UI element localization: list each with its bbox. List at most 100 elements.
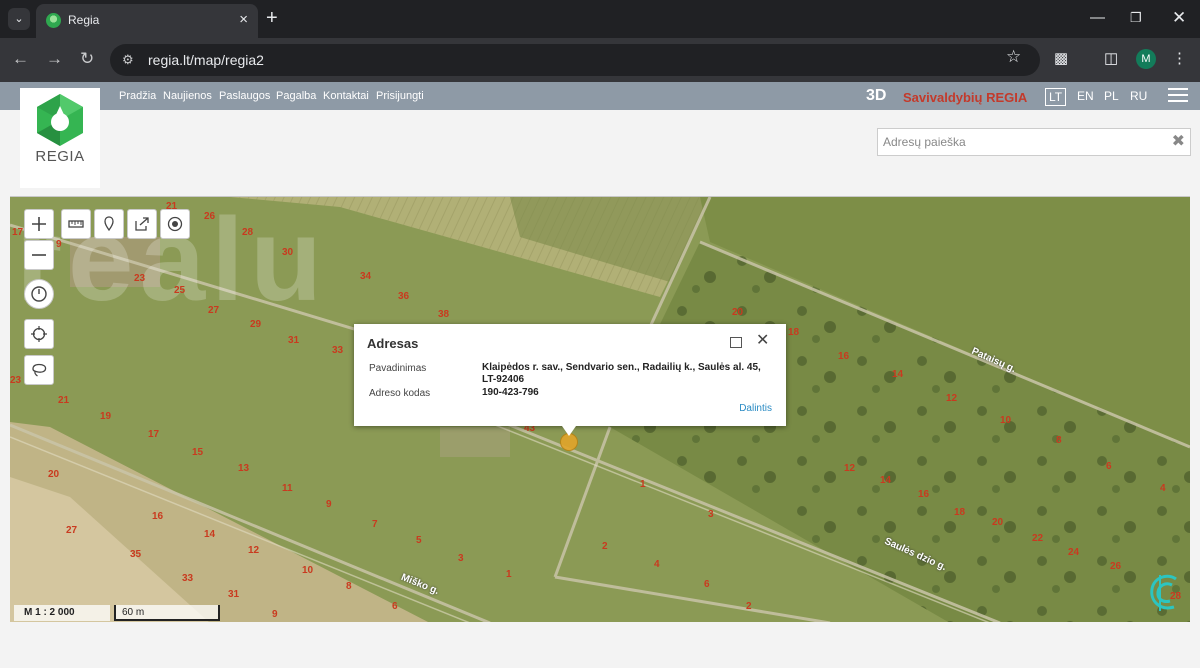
nav-link-contacts[interactable]: Kontaktai (323, 90, 369, 102)
lang-pl[interactable]: PL (1101, 88, 1122, 104)
lot-number: 6 (392, 601, 398, 612)
popup-maximize-icon[interactable] (730, 337, 742, 348)
share-map-button[interactable] (127, 209, 157, 239)
lasso-select-button[interactable] (24, 355, 54, 385)
popup-share-link[interactable]: Dalintis (739, 403, 772, 414)
lot-number: 3 (458, 553, 464, 564)
regia-logo[interactable]: REGIA (20, 88, 100, 188)
lot-number: 28 (242, 227, 254, 238)
site-nav-bar: Pradžia Naujienos Paslaugos Pagalba Kont… (0, 82, 1200, 110)
tab-close-icon[interactable]: × (239, 11, 248, 29)
side-panel-icon[interactable]: ◫ (1104, 49, 1118, 69)
back-icon[interactable]: ← (12, 49, 29, 69)
nav-link-help[interactable]: Pagalba (276, 90, 316, 102)
zoom-out-button[interactable] (24, 240, 54, 270)
address-search-input[interactable] (878, 129, 1168, 155)
popup-title: Adresas (367, 336, 419, 351)
locate-button[interactable] (160, 209, 190, 239)
extensions-icon[interactable]: ▩ (1054, 49, 1068, 69)
lot-number: 27 (66, 525, 78, 536)
lot-number: 16 (838, 351, 850, 362)
brand-name: Savivaldybių REGIA (903, 90, 1028, 105)
lot-number: 12 (946, 393, 958, 404)
popup-name-label: Pavadinimas (369, 363, 427, 374)
share-icon (135, 217, 149, 231)
lot-number: 7 (372, 519, 378, 530)
address-search: ✖ (877, 128, 1191, 156)
clock-icon (31, 286, 47, 302)
crosshair-icon (31, 326, 47, 342)
ruler-icon (68, 220, 84, 228)
brand-3d-link[interactable]: 3D (866, 87, 886, 105)
lot-number: 22 (1032, 533, 1044, 544)
lot-number: 17 (148, 429, 160, 440)
scale-length: 60 m (114, 605, 220, 621)
lot-number: 10 (302, 565, 314, 576)
minimize-icon[interactable]: — (1090, 8, 1105, 28)
minus-icon (32, 254, 46, 256)
browser-toolbar: ← → ↻ ⚙ regia.lt/map/regia2 ☆ ▩ ◫ M ⋮ (0, 38, 1200, 82)
crosshair-button[interactable] (24, 319, 54, 349)
tab-search-chevron-icon[interactable]: ⌄ (8, 8, 30, 30)
map-view[interactable]: realu 17 9 21 26 28 30 23 25 34 36 38 27… (10, 196, 1190, 622)
restore-icon[interactable]: ❐ (1130, 8, 1142, 28)
lot-number: 10 (1000, 415, 1012, 426)
nav-link-services[interactable]: Paslaugos (219, 90, 270, 102)
history-button[interactable] (24, 279, 54, 309)
logo-text: REGIA (35, 148, 85, 165)
hamburger-menu-icon[interactable] (1168, 88, 1188, 104)
lot-number: 23 (134, 273, 146, 284)
nav-link-news[interactable]: Naujienos (163, 90, 212, 102)
bookmark-star-icon[interactable]: ☆ (1006, 47, 1021, 67)
browser-tab[interactable]: Regia × (36, 4, 258, 38)
lang-en[interactable]: EN (1074, 88, 1097, 104)
lot-number: 11 (282, 483, 293, 494)
lot-number: 8 (346, 581, 352, 592)
measure-button[interactable] (61, 209, 91, 239)
lot-number: 38 (438, 309, 450, 320)
lot-number: 6 (704, 579, 710, 590)
lot-number: 21 (58, 395, 70, 406)
nav-link-login[interactable]: Prisijungti (376, 90, 424, 102)
place-marker-button[interactable] (94, 209, 124, 239)
lot-number: 14 (892, 369, 904, 380)
regia-favicon-icon (46, 13, 61, 28)
lot-number: 1 (640, 479, 646, 490)
lot-number: 17 (12, 227, 24, 238)
site-info-icon[interactable]: ⚙ (122, 52, 134, 68)
lot-number: 20 (992, 517, 1004, 528)
regia-logo-icon (37, 94, 83, 146)
address-url[interactable]: regia.lt/map/regia2 (148, 52, 264, 68)
lot-number: 14 (204, 529, 216, 540)
lot-number: 2 (602, 541, 608, 552)
lot-number: 6 (1106, 461, 1112, 472)
window-close-icon[interactable]: ✕ (1172, 8, 1186, 28)
nav-link-home[interactable]: Pradžia (119, 90, 156, 102)
lang-ru[interactable]: RU (1127, 88, 1150, 104)
search-clear-icon[interactable]: ✖ (1172, 133, 1185, 151)
lot-number: 2 (746, 601, 752, 612)
lot-number: 31 (288, 335, 300, 346)
zoom-in-button[interactable] (24, 209, 54, 239)
popup-close-icon[interactable]: ✕ (756, 333, 769, 349)
lang-lt[interactable]: LT (1045, 88, 1067, 106)
lot-number: 20 (48, 469, 60, 480)
site-header: REGIA ✖ (0, 88, 1200, 194)
lot-number: 16 (152, 511, 164, 522)
new-tab-icon[interactable]: + (266, 7, 278, 29)
lot-number: 33 (182, 573, 194, 584)
popup-code-value: 190-423-796 (482, 387, 539, 398)
lot-number: 36 (398, 291, 410, 302)
browser-menu-icon[interactable]: ⋮ (1172, 49, 1187, 69)
lot-number: 18 (788, 327, 800, 338)
lot-number: 5 (416, 535, 422, 546)
lot-number: 14 (880, 475, 892, 486)
reload-icon[interactable]: ↻ (80, 49, 94, 69)
address-bar[interactable]: ⚙ regia.lt/map/regia2 (110, 44, 1040, 76)
browser-tabstrip: ⌄ Regia × + — ❐ ✕ (0, 0, 1200, 38)
forward-icon[interactable]: → (46, 49, 63, 69)
lot-number: 34 (360, 271, 372, 282)
profile-avatar[interactable]: M (1136, 49, 1156, 69)
map-pin-icon (104, 216, 114, 232)
lot-number: 29 (250, 319, 262, 330)
